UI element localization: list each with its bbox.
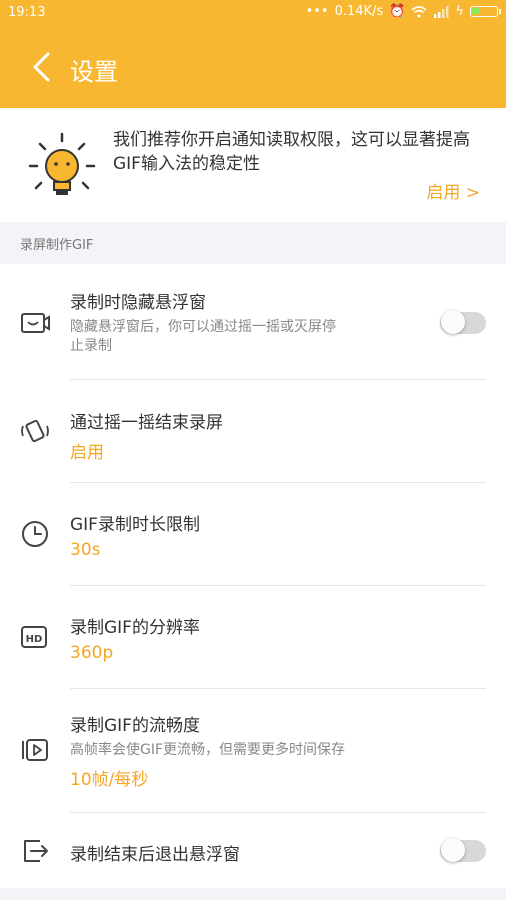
bottom-strip xyxy=(0,888,506,900)
setting-title: 录制GIF的流畅度 xyxy=(70,716,200,736)
setting-value: 启用 xyxy=(70,443,104,463)
setting-hide-float-window[interactable]: 录制时隐藏悬浮窗 隐藏悬浮窗后，你可以通过摇一摇或灭屏停 止录制 xyxy=(0,264,506,380)
status-icons: ••• 0.14K/s ⏰ ϟ xyxy=(305,4,501,19)
toggle-knob xyxy=(441,310,465,334)
play-frames-icon xyxy=(22,739,48,761)
setting-value: 360p xyxy=(70,643,114,663)
svg-text:HD: HD xyxy=(26,634,43,645)
hd-icon: HD xyxy=(21,626,47,648)
battery-icon xyxy=(470,6,501,17)
setting-description: 隐藏悬浮窗后，你可以通过摇一摇或灭屏停 xyxy=(70,319,336,335)
shake-phone-icon xyxy=(21,419,49,443)
hide-float-toggle[interactable] xyxy=(440,310,486,334)
exit-icon xyxy=(24,840,48,862)
setting-duration-limit[interactable]: GIF录制时长限制 30s xyxy=(0,483,506,586)
setting-title: GIF录制时长限制 xyxy=(70,515,200,535)
page-title: 设置 xyxy=(70,58,118,86)
charging-icon: ϟ xyxy=(455,4,464,19)
setting-description-cont: 止录制 xyxy=(70,338,112,354)
back-arrow-icon[interactable] xyxy=(28,50,58,84)
alarm-icon: ⏰ xyxy=(389,4,406,19)
setting-value: 10帧/每秒 xyxy=(70,770,149,790)
toggle-knob xyxy=(441,838,465,862)
enable-permission-link[interactable]: 启用 > xyxy=(426,178,480,203)
clock-icon xyxy=(22,521,48,547)
setting-value: 30s xyxy=(70,540,101,560)
setting-title: 录制结束后退出悬浮窗 xyxy=(70,845,240,865)
section-title: 录屏制作GIF xyxy=(20,238,94,253)
wifi-icon xyxy=(411,5,427,17)
more-dots-icon: ••• xyxy=(305,4,329,19)
lightbulb-icon xyxy=(28,132,96,195)
setting-frame-rate[interactable]: 录制GIF的流畅度 高帧率会使GIF更流畅，但需要更多时间保存 10帧/每秒 xyxy=(0,689,506,813)
setting-title: 录制时隐藏悬浮窗 xyxy=(70,293,206,313)
setting-resolution[interactable]: HD 录制GIF的分辨率 360p xyxy=(0,586,506,689)
screen-record-icon xyxy=(21,313,50,333)
setting-shake-to-stop[interactable]: 通过摇一摇结束录屏 启用 xyxy=(0,380,506,483)
settings-list: 录制时隐藏悬浮窗 隐藏悬浮窗后，你可以通过摇一摇或灭屏停 止录制 通过摇一摇结束… xyxy=(0,264,506,888)
status-time: 19:13 xyxy=(8,5,46,20)
setting-exit-float-window[interactable]: 录制结束后退出悬浮窗 xyxy=(0,813,506,888)
app-bar: 设置 xyxy=(0,26,506,108)
signal-icon xyxy=(434,5,449,18)
section-header: 录屏制作GIF xyxy=(0,222,506,264)
setting-description: 高帧率会使GIF更流畅，但需要更多时间保存 xyxy=(70,742,346,758)
setting-title: 录制GIF的分辨率 xyxy=(70,618,200,638)
exit-float-toggle[interactable] xyxy=(440,838,486,862)
net-speed: 0.14K/s xyxy=(334,4,384,19)
banner-message: 我们推荐你开启通知读取权限，这可以显著提高GIF输入法的稳定性 xyxy=(113,130,470,174)
permission-banner: 我们推荐你开启通知读取权限，这可以显著提高GIF输入法的稳定性 启用 > xyxy=(0,108,506,222)
setting-title: 通过摇一摇结束录屏 xyxy=(70,413,223,433)
status-bar: 19:13 ••• 0.14K/s ⏰ ϟ xyxy=(0,0,506,26)
